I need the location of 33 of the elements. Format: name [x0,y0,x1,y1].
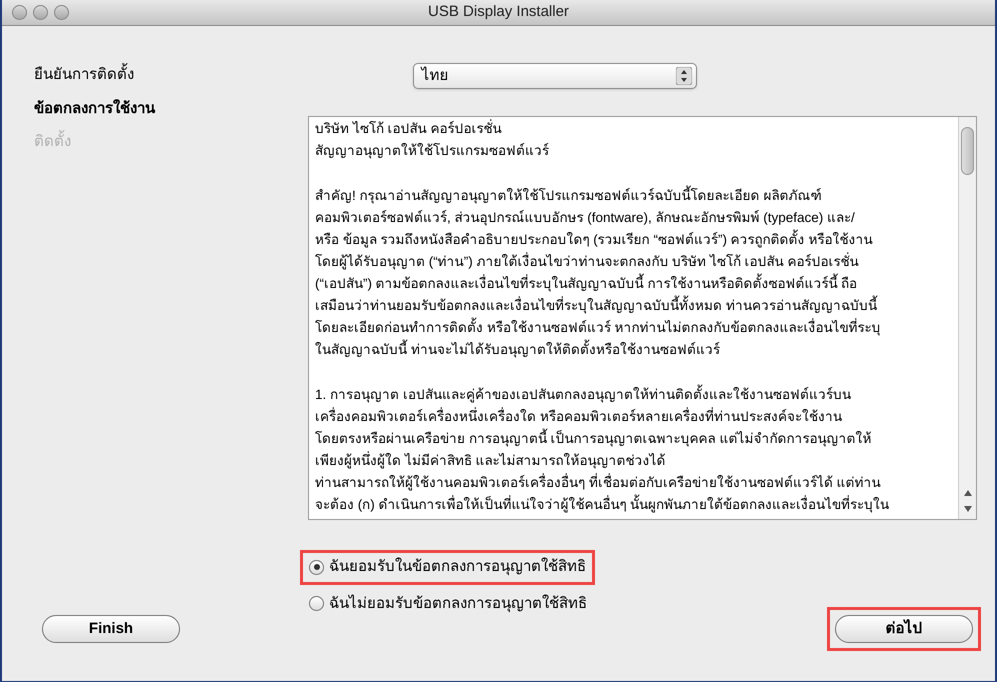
window-control-button[interactable] [54,5,69,20]
license-text-line: โดยละเอียดก่อนทำการติดตั้ง หรือใช้งานซอฟต์แวร์ หากท่านไม่ตกลงกับข้อตกลงและเงื่อนไขที่ระบุ [315,317,958,339]
sidebar-step: ข้อตกลงการใช้งาน [34,98,155,120]
language-select[interactable]: ไทย [412,63,696,89]
agreement-radio[interactable]: ฉันยอมรับในข้อตกลงการอนุญาตใช้สิทธิ [300,550,595,584]
sidebar-step: ติดตั้ง [34,131,71,154]
window-control-button[interactable] [33,5,48,20]
license-text-line: คอมพิวเตอร์ซอฟต์แวร์, ส่วนอุปกรณ์แบบอักษร (fontware), ลักษณะอักษรพิมพ์ (typeface) และ/ [315,209,856,228]
license-text-line: สัญญาอนุญาตให้ใช้โปรแกรมซอฟต์แวร์ [315,142,550,160]
license-text-line: บริษัท ไซโก้ เอปสัน คอร์ปอเรชั่น [315,118,502,138]
sidebar-step: ยืนยันการติดตั้ง [34,64,134,86]
license-text-line: โดยผู้ได้รับอนุญาต (“ท่าน”) ภายใต้เงื่อนไขว่าท่านจะตกลงกับ บริษัท ไซโก้ เอปสัน คอร์ปอเรชั่น [315,251,860,272]
window-control-button[interactable] [12,5,27,20]
license-text-line: (“เอปสัน”) ตามข้อตกลงและเงื่อนไขที่ระบุในสัญญาฉบับนี้ การใช้งานหรือติดตั้งซอฟต์แวร์นี้ ถือ [315,273,958,295]
scrollbar[interactable] [958,117,976,519]
scroll-thumb[interactable] [961,127,974,175]
license-text-line: ในสัญญาฉบับนี้ ท่านจะไม่ได้รับอนุญาตให้ติดตั้งหรือใช้งานซอฟต์แวร์ [315,339,958,361]
license-text-line: เสมือนว่าท่านยอมรับข้อตกลงและเงื่อนไขที่ระบุในสัญญาฉบับนี้ทั้งหมด ท่านควรอ่านสัญญาฉบับนี้ [315,295,958,317]
dialog-button[interactable]: ต่อไป [835,615,973,643]
license-text-line: 1. การอนุญาต เอปสันและคู่ค้าของเอปสันตกลงอนุญาตให้ท่านติดตั้งและใช้งานซอฟต์แวร์บน [315,384,958,406]
up-down-arrows-icon [676,67,692,85]
window-title: USB Display Installer [428,2,569,22]
license-text-line: ท่านสามารถให้ผู้ใช้งานคอมพิวเตอร์เครื่องอื่นๆ ที่เชื่อมต่อกับเครือข่ายใช้งานซอฟต์แวร์ได้ แต่ท่าน [315,472,882,492]
license-text-line: โดยตรงหรือผ่านเครือข่าย การอนุญาตนี้ เป็นการอนุญาตเฉพาะบุคคล แต่ไม่จำกัดการอนุญาตให้ [315,428,958,450]
license-text-line: เพียงผู้หนึ่งผู้ใด ไม่มีค่าสิทธิ และไม่สามารถให้อนุญาตช่วงได้ [315,450,667,470]
scroll-down-icon[interactable] [962,505,972,513]
license-text-line: จะต้อง (ก) ดำเนินการเพื่อให้เป็นที่แน่ใจว่าผู้ใช้คนอื่นๆ นั้นผูกพันภายใต้ข้อตกลงและเงื่อนไขที่ระบุใน [315,494,958,516]
license-text-line: สำคัญ! กรุณาอ่านสัญญาอนุญาตให้ใช้โปรแกรมซอฟต์แวร์ฉบับนี้โดยละเอียด ผลิตภัณฑ์ [315,185,958,207]
license-text-line: เครื่องคอมพิวเตอร์เครื่องหนึ่งเครื่องใด หรือคอมพิวเตอร์หลายเครื่องที่ท่านประสงค์จะใช้งาน [315,406,843,426]
agreement-radio[interactable]: ฉันไม่ยอมรับข้อตกลงการอนุญาตใช้สิทธิ [300,586,596,621]
scroll-up-icon[interactable] [962,489,972,497]
license-text-line: หรือ ข้อมูล รวมถึงหนังสือคำอธิบายประกอบใดๆ (รวมเรียก “ซอฟต์แวร์”) ควรถูกติดตั้ง หรือใช้งาน [315,229,958,251]
dialog-button[interactable]: Finish [42,615,180,643]
